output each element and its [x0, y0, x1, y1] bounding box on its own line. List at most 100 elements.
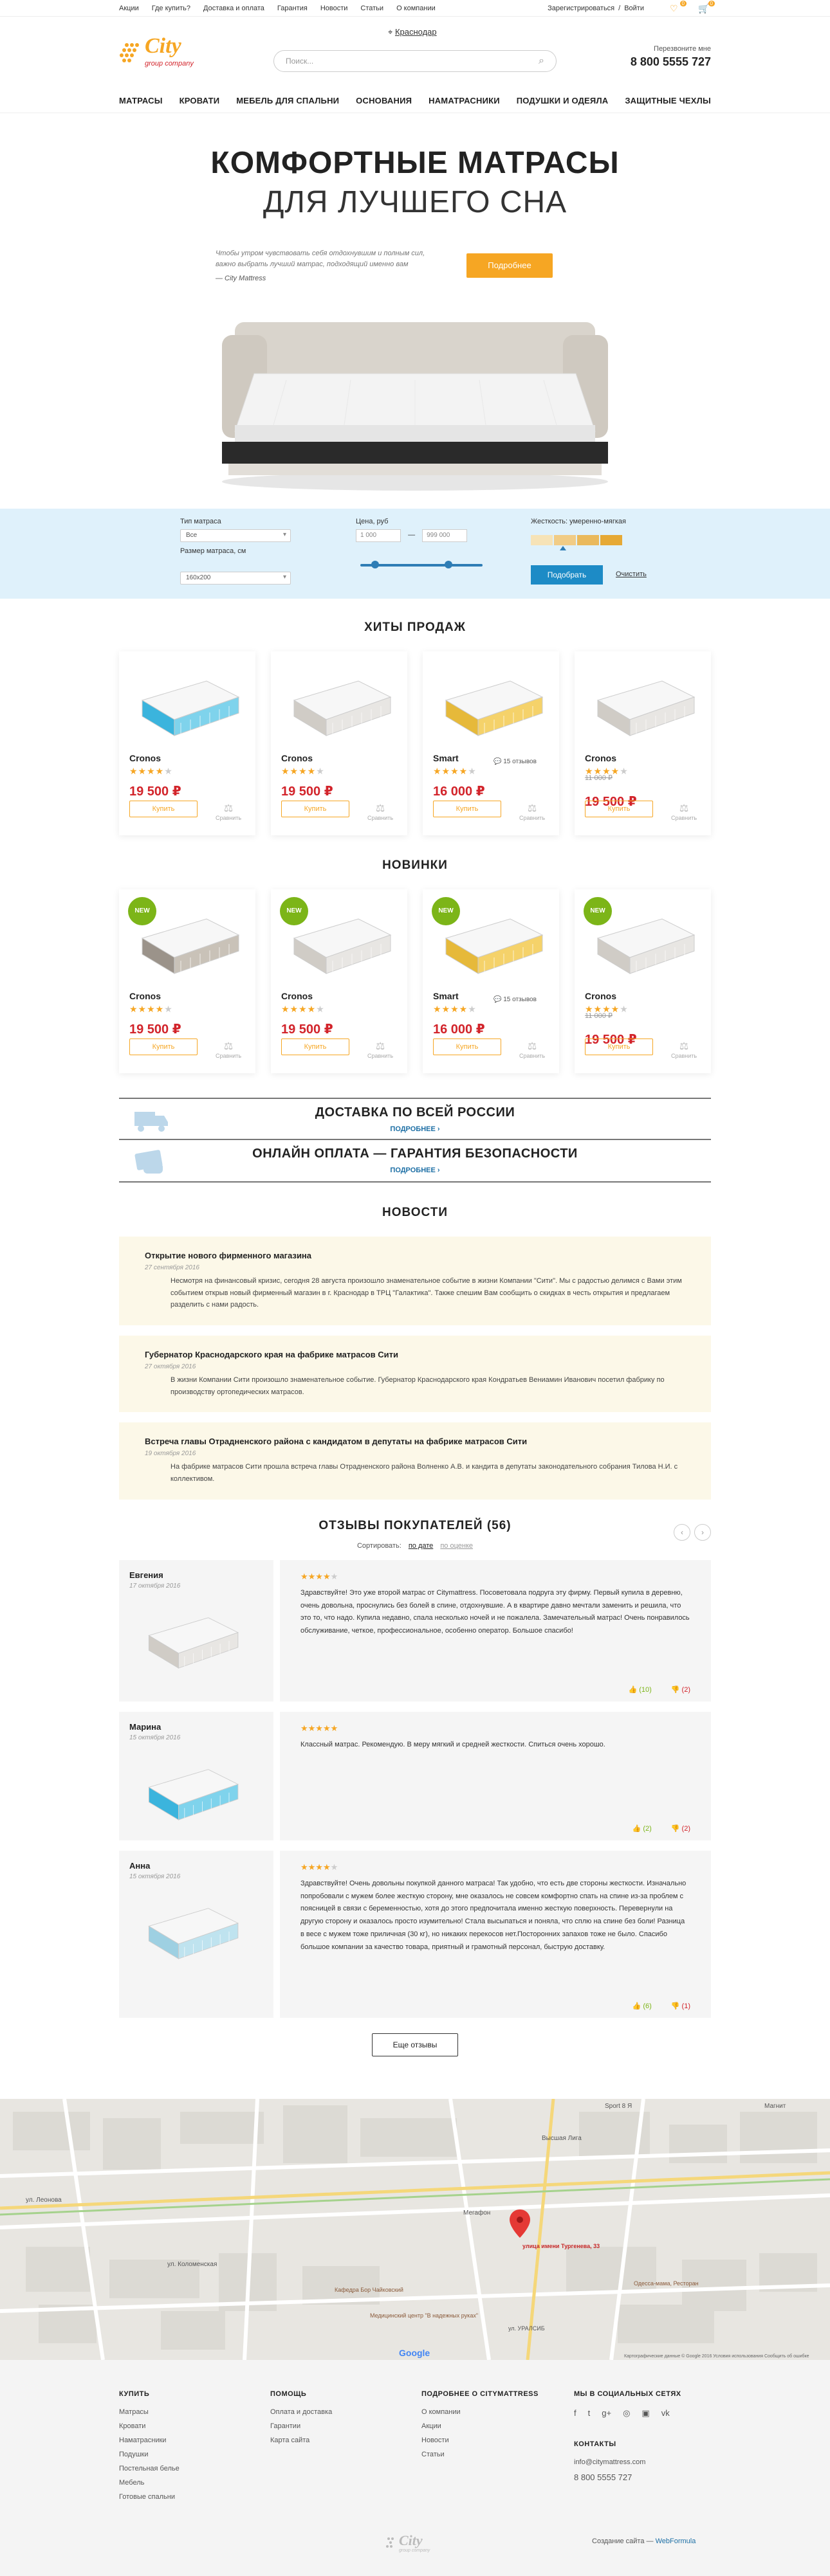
footer-logo[interactable]: City group company	[385, 2528, 443, 2557]
dislike-button[interactable]: 👎 (2)	[671, 1685, 690, 1694]
buy-button[interactable]: Купить	[433, 801, 501, 817]
footer-link[interactable]: Новости	[421, 2433, 539, 2447]
footer-link[interactable]: Подушки	[119, 2447, 180, 2462]
footer-link[interactable]: Кровати	[119, 2419, 180, 2433]
like-button[interactable]: 👍 (10)	[628, 1685, 651, 1694]
top-link-warranty[interactable]: Гарантия	[277, 5, 308, 12]
top-link-news[interactable]: Новости	[320, 5, 348, 12]
product-reviews-count[interactable]: 💬 15 отзывов	[493, 996, 537, 1003]
product-card[interactable]: Smart ★★★★★ 💬 15 отзывов 16 000 ₽ Купить ⚖ Сра…	[423, 651, 559, 835]
developer-link[interactable]: WebFormula	[656, 2537, 696, 2545]
cart-icon[interactable]: 🛒 0	[698, 1, 715, 14]
nav-mattresses[interactable]: МАТРАСЫ	[119, 96, 163, 105]
nav-bases[interactable]: ОСНОВАНИЯ	[356, 96, 412, 105]
like-button[interactable]: 👍 (2)	[632, 1824, 652, 1833]
review-product-image[interactable]	[136, 1752, 245, 1829]
news-item[interactable]: Открытие нового фирменного магазина 27 с…	[119, 1237, 711, 1326]
stiffness-segment[interactable]	[531, 535, 553, 545]
product-card[interactable]: Cronos ★★★★★ 19 500 ₽ Купить ⚖ Сравнить	[119, 651, 255, 835]
top-link-about[interactable]: О компании	[396, 5, 436, 12]
product-card[interactable]: NEW Cronos ★★★★★ 11 000 ₽19 500 ₽ Купить ⚖ Сра…	[575, 889, 711, 1073]
price-slider-max-handle[interactable]	[444, 561, 452, 568]
delivery-more-link[interactable]: ПОДРОБНЕЕ ›	[119, 1125, 711, 1133]
news-item-title[interactable]: Губернатор Краснодарского края на фабрик…	[145, 1350, 685, 1359]
footer-email[interactable]: info@citymattress.com	[574, 2455, 681, 2469]
compare-button[interactable]: ⚖ Сравнить	[519, 1040, 545, 1059]
odnoklassniki-icon[interactable]: ▣	[641, 2405, 649, 2422]
review-product-image[interactable]	[136, 1600, 245, 1677]
footer-link[interactable]: Наматрасники	[119, 2433, 180, 2447]
compare-button[interactable]: ⚖ Сравнить	[671, 1040, 697, 1059]
buy-button[interactable]: Купить	[281, 1039, 349, 1055]
news-item-title[interactable]: Встреча главы Отрадненского района с кан…	[145, 1437, 685, 1446]
buy-button[interactable]: Купить	[129, 1039, 198, 1055]
buy-button[interactable]: Купить	[129, 801, 198, 817]
footer-link[interactable]: О компании	[421, 2405, 539, 2419]
map-canvas[interactable]: Sport 8 Я Высшая Лига Магнит Мегафон ул.…	[0, 2099, 830, 2360]
sort-by-date[interactable]: по дате	[409, 1542, 433, 1550]
clear-filter-link[interactable]: Очистить	[616, 570, 647, 578]
nav-toppers[interactable]: НАМАТРАСНИКИ	[429, 96, 500, 105]
sort-by-rating[interactable]: по оценке	[440, 1542, 473, 1550]
product-name[interactable]: Cronos	[585, 753, 701, 763]
login-link[interactable]: Войти	[624, 5, 644, 12]
footer-link[interactable]: Постельная белье	[119, 2462, 180, 2476]
compare-button[interactable]: ⚖ Сравнить	[519, 802, 545, 821]
instagram-icon[interactable]: ◎	[623, 2405, 630, 2422]
product-card[interactable]: Cronos ★★★★★ 19 500 ₽ Купить ⚖ Сравнить	[271, 651, 407, 835]
compare-button[interactable]: ⚖ Сравнить	[671, 802, 697, 821]
top-link-articles[interactable]: Статьи	[360, 5, 383, 12]
type-select[interactable]: Все	[180, 529, 291, 542]
google-plus-icon[interactable]: g+	[602, 2405, 611, 2422]
nav-beds[interactable]: КРОВАТИ	[180, 96, 220, 105]
product-image[interactable]	[281, 662, 397, 745]
size-select[interactable]: 160х200	[180, 572, 291, 585]
footer-link[interactable]: Матрасы	[119, 2405, 180, 2419]
hero-more-button[interactable]: Подробнее	[466, 253, 553, 278]
facebook-icon[interactable]: f	[574, 2405, 576, 2422]
header-phone[interactable]: 8 800 5555 727	[631, 55, 711, 69]
compare-button[interactable]: ⚖ Сравнить	[367, 802, 393, 821]
product-reviews-count[interactable]: 💬 15 отзывов	[493, 758, 537, 765]
payment-more-link[interactable]: ПОДРОБНЕЕ ›	[119, 1166, 711, 1174]
nav-pillows[interactable]: ПОДУШКИ И ОДЕЯЛА	[517, 96, 609, 105]
product-card[interactable]: NEW Smart ★★★★★ 💬 15 отзывов 16 000 ₽ Купить ⚖…	[423, 889, 559, 1073]
footer-link[interactable]: Акции	[421, 2419, 539, 2433]
stiffness-segment[interactable]	[554, 535, 576, 545]
footer-link[interactable]: Оплата и доставка	[270, 2405, 332, 2419]
product-card[interactable]: NEW Cronos ★★★★★ 19 500 ₽ Купить ⚖ Сравнить	[119, 889, 255, 1073]
search-icon[interactable]: ⌕	[539, 55, 544, 67]
product-image[interactable]	[585, 662, 701, 745]
compare-button[interactable]: ⚖ Сравнить	[216, 1040, 241, 1059]
buy-button[interactable]: Купить	[433, 1039, 501, 1055]
news-item-title[interactable]: Открытие нового фирменного магазина	[145, 1251, 685, 1260]
footer-link[interactable]: Мебель	[119, 2476, 180, 2490]
stiffness-segment[interactable]	[600, 535, 622, 545]
compare-button[interactable]: ⚖ Сравнить	[367, 1040, 393, 1059]
next-arrow-icon[interactable]: ›	[694, 1523, 711, 1541]
map[interactable]: Sport 8 Я Высшая Лига Магнит Мегафон ул.…	[0, 2099, 830, 2360]
register-link[interactable]: Зарегистрироваться	[548, 5, 614, 12]
product-name[interactable]: Cronos	[281, 991, 397, 1001]
vk-icon[interactable]: vk	[661, 2405, 670, 2422]
footer-phone[interactable]: 8 800 5555 727	[574, 2469, 681, 2486]
buy-button[interactable]: Купить	[281, 801, 349, 817]
top-link-delivery[interactable]: Доставка и оплата	[203, 5, 264, 12]
delivery-bar[interactable]: ДОСТАВКА ПО ВСЕЙ РОССИИ ПОДРОБНЕЕ ›	[119, 1098, 711, 1140]
product-name[interactable]: Cronos	[129, 991, 245, 1001]
nav-bedroom-furniture[interactable]: МЕБЕЛЬ ДЛЯ СПАЛЬНИ	[236, 96, 339, 105]
top-link-promo[interactable]: Акции	[119, 5, 139, 12]
product-image[interactable]	[129, 662, 245, 745]
search-input[interactable]: Поиск... ⌕	[273, 50, 557, 72]
price-slider[interactable]	[360, 561, 483, 568]
callback-link[interactable]: Перезвоните мне	[631, 45, 711, 53]
payment-bar[interactable]: ОНЛАЙН ОПЛАТА — ГАРАНТИЯ БЕЗОПАСНОСТИ ПО…	[119, 1140, 711, 1183]
product-name[interactable]: Cronos	[129, 753, 245, 763]
stiffness-marker[interactable]	[559, 546, 566, 550]
product-card[interactable]: NEW Cronos ★★★★★ 19 500 ₽ Купить ⚖ Сравнить	[271, 889, 407, 1073]
footer-link[interactable]: Статьи	[421, 2447, 539, 2462]
footer-link[interactable]: Готовые спальни	[119, 2490, 180, 2504]
apply-filter-button[interactable]: Подобрать	[531, 565, 603, 585]
price-from-input[interactable]: 1 000	[356, 529, 401, 542]
wishlist-icon[interactable]: ♡ 0	[670, 1, 687, 14]
